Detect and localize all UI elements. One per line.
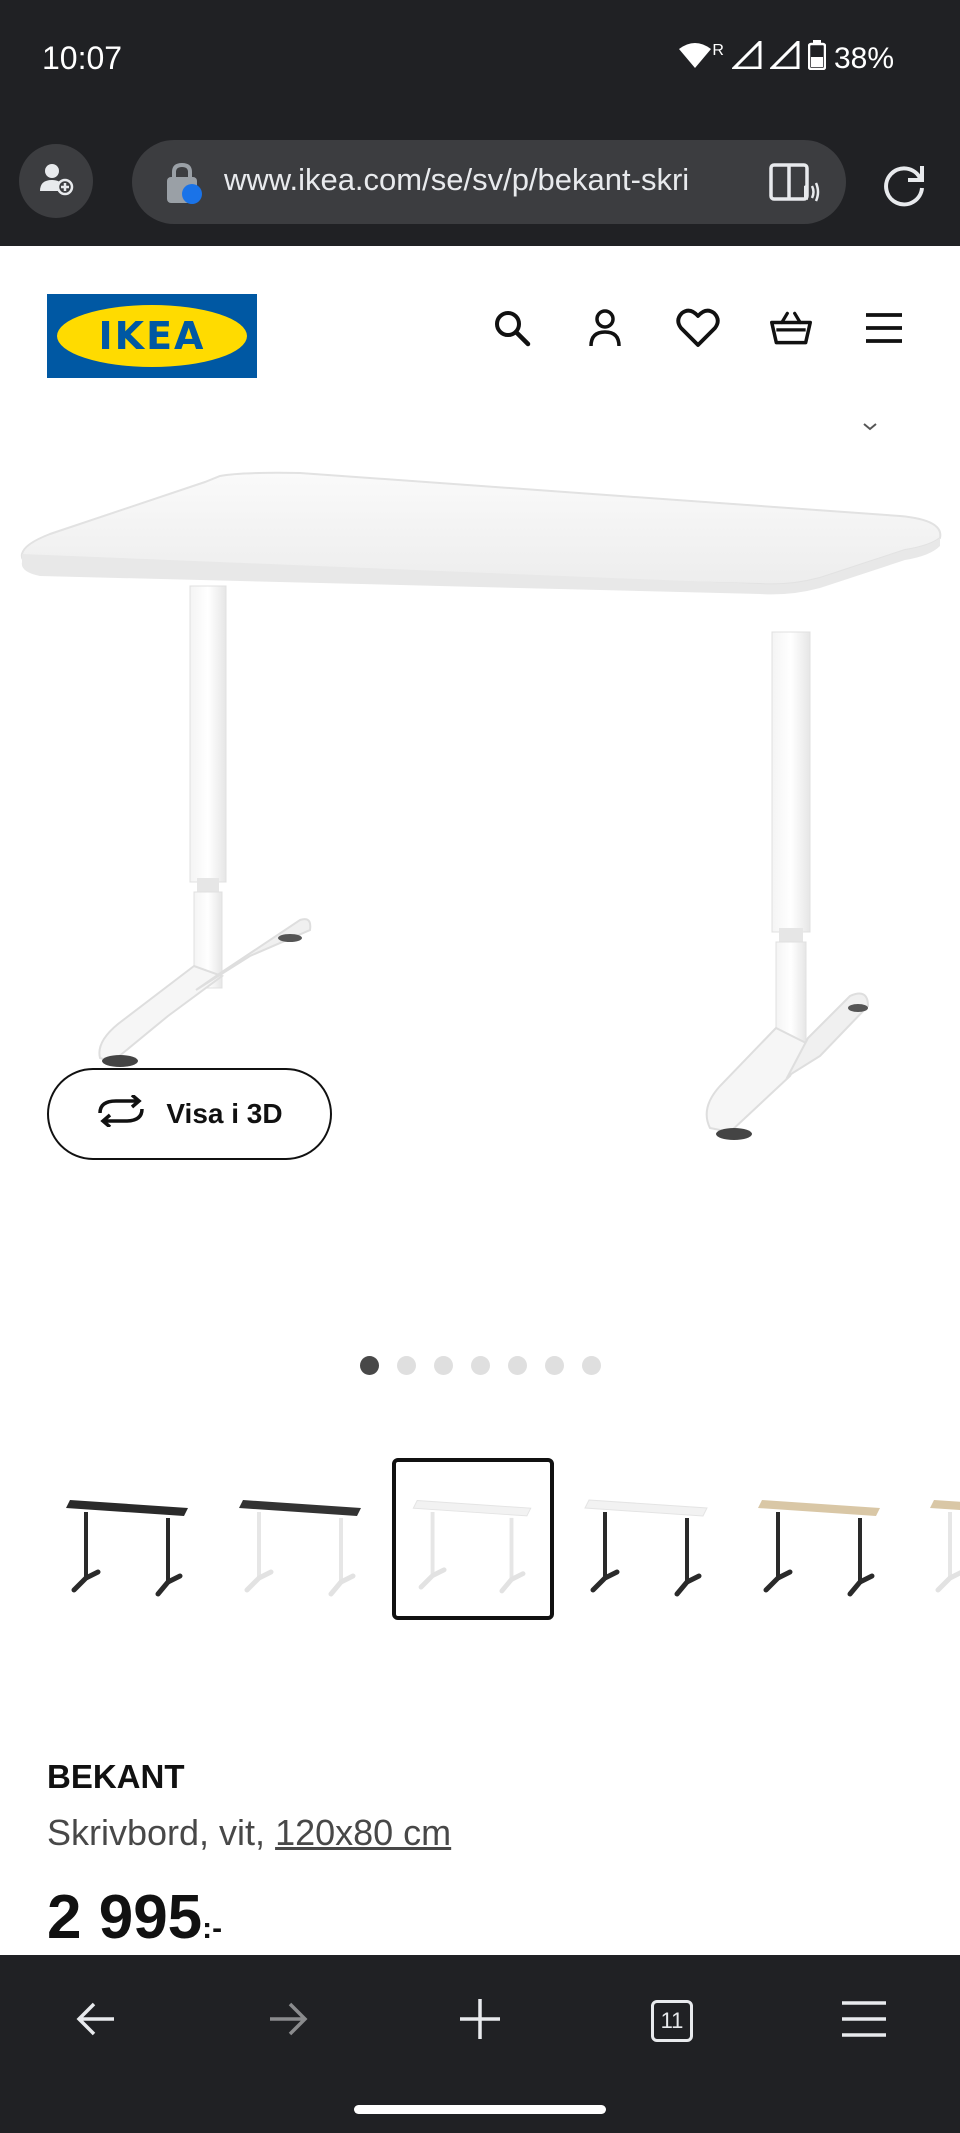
wifi-icon bbox=[678, 41, 712, 77]
carousel-dot-7[interactable] bbox=[582, 1356, 601, 1375]
roaming-indicator: R bbox=[712, 42, 724, 59]
carousel-dot-2[interactable] bbox=[397, 1356, 416, 1375]
status-icons: R 38% bbox=[678, 38, 894, 78]
browser-menu-button[interactable] bbox=[834, 1991, 894, 2051]
carousel-dot-4[interactable] bbox=[471, 1356, 490, 1375]
product-price: 2 995:- bbox=[47, 1882, 222, 1953]
new-tab-button[interactable] bbox=[450, 1991, 510, 2051]
price-suffix: :- bbox=[202, 1912, 223, 1945]
back-button[interactable] bbox=[66, 1991, 126, 2051]
carousel-dot-5[interactable] bbox=[508, 1356, 527, 1375]
tabs-icon: 11 bbox=[651, 2000, 693, 2042]
logo-oval: IKEA bbox=[57, 305, 247, 367]
browser-bottom-bar: 11 bbox=[0, 1955, 960, 2133]
product-desc-text: Skrivbord, vit, bbox=[47, 1812, 276, 1853]
carousel-dot-1[interactable] bbox=[360, 1356, 379, 1375]
browser-toolbar: www.ikea.com/se/sv/p/bekant-skri bbox=[0, 120, 960, 246]
address-bar[interactable]: www.ikea.com/se/sv/p/bekant-skri bbox=[132, 140, 846, 224]
variant-thumbnail-6[interactable] bbox=[912, 1460, 960, 1620]
menu-icon[interactable] bbox=[862, 306, 906, 350]
product-size-link[interactable]: 120x80 cm bbox=[275, 1812, 451, 1853]
product-description: Skrivbord, vit, 120x80 cm bbox=[47, 1812, 451, 1854]
status-time: 10:07 bbox=[42, 40, 123, 76]
profile-icon bbox=[38, 161, 74, 202]
profile-button[interactable] bbox=[19, 144, 93, 218]
desk-illustration bbox=[20, 423, 942, 1140]
site-header: IKEA bbox=[0, 246, 960, 416]
heart-icon[interactable] bbox=[676, 306, 720, 350]
price-value: 2 995 bbox=[47, 1883, 203, 1952]
reader-mode-icon[interactable] bbox=[768, 162, 820, 204]
product-image[interactable]: Visa i 3D bbox=[0, 416, 960, 1336]
ikea-logo[interactable]: IKEA bbox=[47, 294, 257, 378]
home-indicator[interactable] bbox=[354, 2105, 606, 2114]
header-icons bbox=[490, 306, 906, 350]
carousel-dots bbox=[360, 1356, 601, 1375]
variant-thumbnail-3[interactable] bbox=[392, 1458, 554, 1620]
tabs-button[interactable]: 11 bbox=[642, 1991, 702, 2051]
signal-icon bbox=[730, 38, 762, 77]
basket-icon[interactable] bbox=[769, 306, 813, 350]
view-3d-button[interactable]: Visa i 3D bbox=[47, 1068, 332, 1160]
rotate-3d-icon bbox=[96, 1093, 146, 1134]
battery-percent: 38% bbox=[833, 42, 894, 75]
account-icon[interactable] bbox=[583, 306, 627, 350]
logo-text: IKEA bbox=[98, 314, 206, 358]
carousel-dot-6[interactable] bbox=[545, 1356, 564, 1375]
view-3d-label: Visa i 3D bbox=[166, 1098, 283, 1129]
back-arrow-icon bbox=[74, 1999, 118, 2044]
forward-button[interactable] bbox=[258, 1991, 318, 2051]
battery-icon bbox=[807, 40, 827, 78]
status-bar: 10:07 R 38% bbox=[0, 0, 960, 120]
variant-thumbnail-1[interactable] bbox=[48, 1460, 208, 1620]
forward-arrow-icon bbox=[266, 1999, 310, 2044]
plus-icon bbox=[458, 1997, 502, 2046]
reload-icon bbox=[876, 166, 932, 218]
variant-thumbnail-4[interactable] bbox=[567, 1460, 727, 1620]
url-text[interactable]: www.ikea.com/se/sv/p/bekant-skri bbox=[224, 162, 734, 202]
tab-count: 11 bbox=[660, 2008, 684, 2033]
signal-icon-2 bbox=[768, 38, 800, 77]
variant-thumbnail-5[interactable] bbox=[740, 1460, 900, 1620]
variant-thumbnail-2[interactable] bbox=[221, 1460, 381, 1620]
reload-button[interactable] bbox=[876, 158, 932, 214]
search-icon[interactable] bbox=[490, 306, 534, 350]
variant-thumbnails bbox=[0, 1456, 960, 1626]
carousel-dot-3[interactable] bbox=[434, 1356, 453, 1375]
site-info-icon[interactable] bbox=[164, 162, 204, 204]
hamburger-menu-icon bbox=[840, 1999, 888, 2044]
product-name: BEKANT bbox=[47, 1758, 185, 1795]
